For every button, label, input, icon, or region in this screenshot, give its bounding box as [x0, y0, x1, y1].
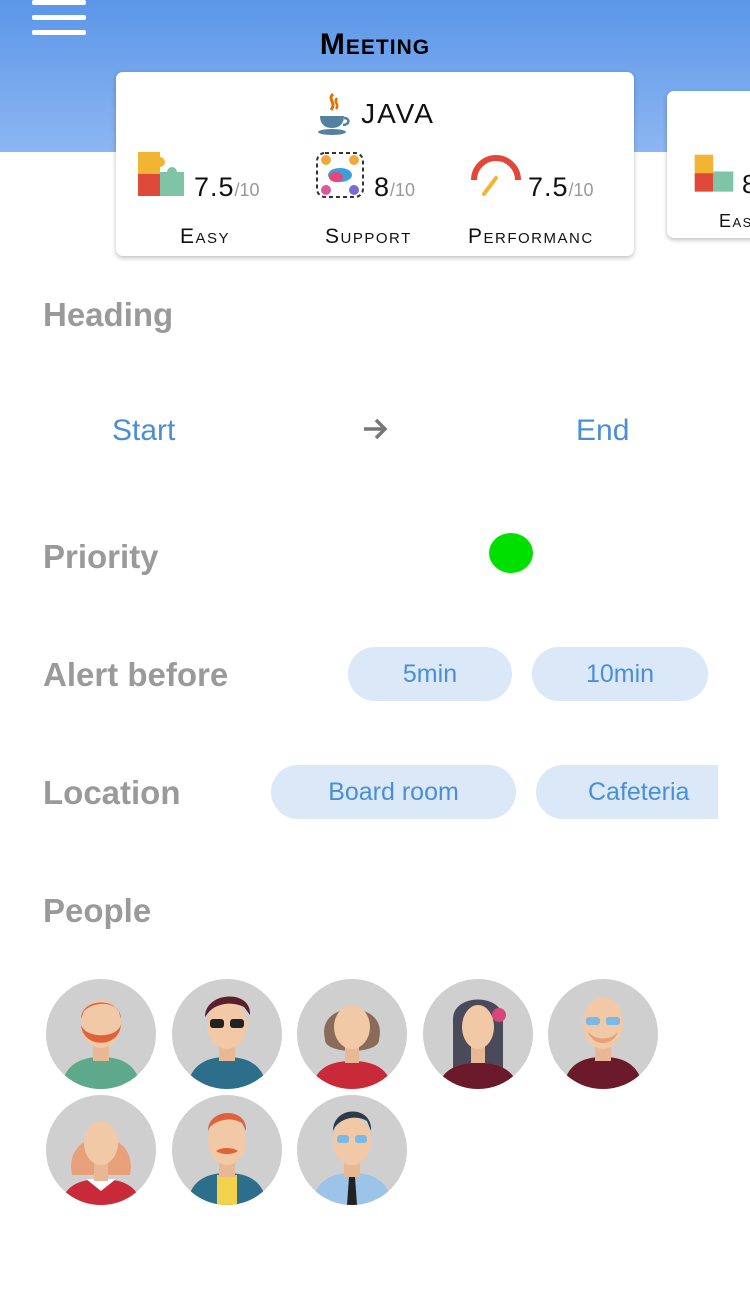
metric-support: 8/10 Support — [314, 150, 474, 250]
location-option-board-room[interactable]: Board room — [271, 765, 516, 819]
metric-performance-max: /10 — [568, 180, 594, 200]
metric-performance: 7.5/10 Performanc — [468, 150, 634, 250]
arrow-right-icon — [364, 418, 388, 440]
location-option-cafeteria[interactable]: Cafeteria — [536, 765, 718, 819]
puzzle-icon — [138, 152, 184, 196]
priority-label: Priority — [43, 538, 159, 575]
person-avatar[interactable] — [297, 1095, 407, 1205]
page-title: Meeting — [319, 28, 431, 61]
alert-before-label: Alert before — [43, 656, 229, 693]
metric-performance-label: Performanc — [468, 225, 594, 248]
person-avatar[interactable] — [297, 979, 407, 1089]
metric-easy-label: Easy — [180, 225, 231, 248]
metric-support-value: 8 — [374, 172, 391, 202]
woman-dark-hair-avatar-icon — [438, 999, 518, 1089]
metric-easy: 7.5/10 Easy — [134, 150, 294, 250]
puzzle-icon — [694, 154, 734, 192]
people-label: People — [43, 892, 152, 929]
heading-label[interactable]: Heading — [43, 296, 173, 334]
person-avatar[interactable] — [172, 979, 282, 1089]
end-time-button[interactable]: End — [576, 414, 629, 448]
woman-blonde-avatar-icon — [61, 1121, 141, 1205]
peek-card-label: Eas — [719, 211, 750, 231]
person-avatar[interactable] — [46, 979, 156, 1089]
man-glasses-avatar-icon — [187, 996, 267, 1089]
person-avatar[interactable] — [423, 979, 533, 1089]
support-team-icon — [316, 152, 364, 198]
woman-brown-hair-avatar-icon — [312, 1005, 392, 1089]
alert-option-10min[interactable]: 10min — [532, 647, 708, 701]
man-red-beard-avatar-icon — [61, 1000, 141, 1089]
location-label: Location — [43, 774, 181, 811]
metric-performance-value: 7.5 — [528, 172, 569, 202]
metric-easy-value: 7.5 — [194, 172, 235, 202]
start-time-button[interactable]: Start — [112, 414, 175, 448]
metric-easy-max: /10 — [234, 180, 260, 200]
man-tie-avatar-icon — [312, 1111, 392, 1205]
metric-support-max: /10 — [390, 180, 416, 200]
person-avatar[interactable] — [548, 979, 658, 1089]
topic-card-next[interactable]: 8 Eas — [667, 91, 750, 238]
man-mustache-avatar-icon — [187, 1113, 267, 1205]
language-name: JAVA — [361, 98, 435, 129]
topic-card[interactable]: JAVA 7.5/10 Easy 8/10 Support 7.5/10 Per… — [116, 72, 634, 256]
bald-man-sunglasses-avatar-icon — [563, 997, 643, 1089]
metric-support-label: Support — [325, 225, 412, 248]
peek-card-value: 8 — [742, 169, 750, 199]
speedometer-icon — [471, 155, 521, 196]
java-icon — [318, 92, 350, 135]
person-avatar[interactable] — [172, 1095, 282, 1205]
person-avatar[interactable] — [46, 1095, 156, 1205]
priority-indicator[interactable] — [489, 533, 533, 573]
alert-option-5min[interactable]: 5min — [348, 647, 512, 701]
